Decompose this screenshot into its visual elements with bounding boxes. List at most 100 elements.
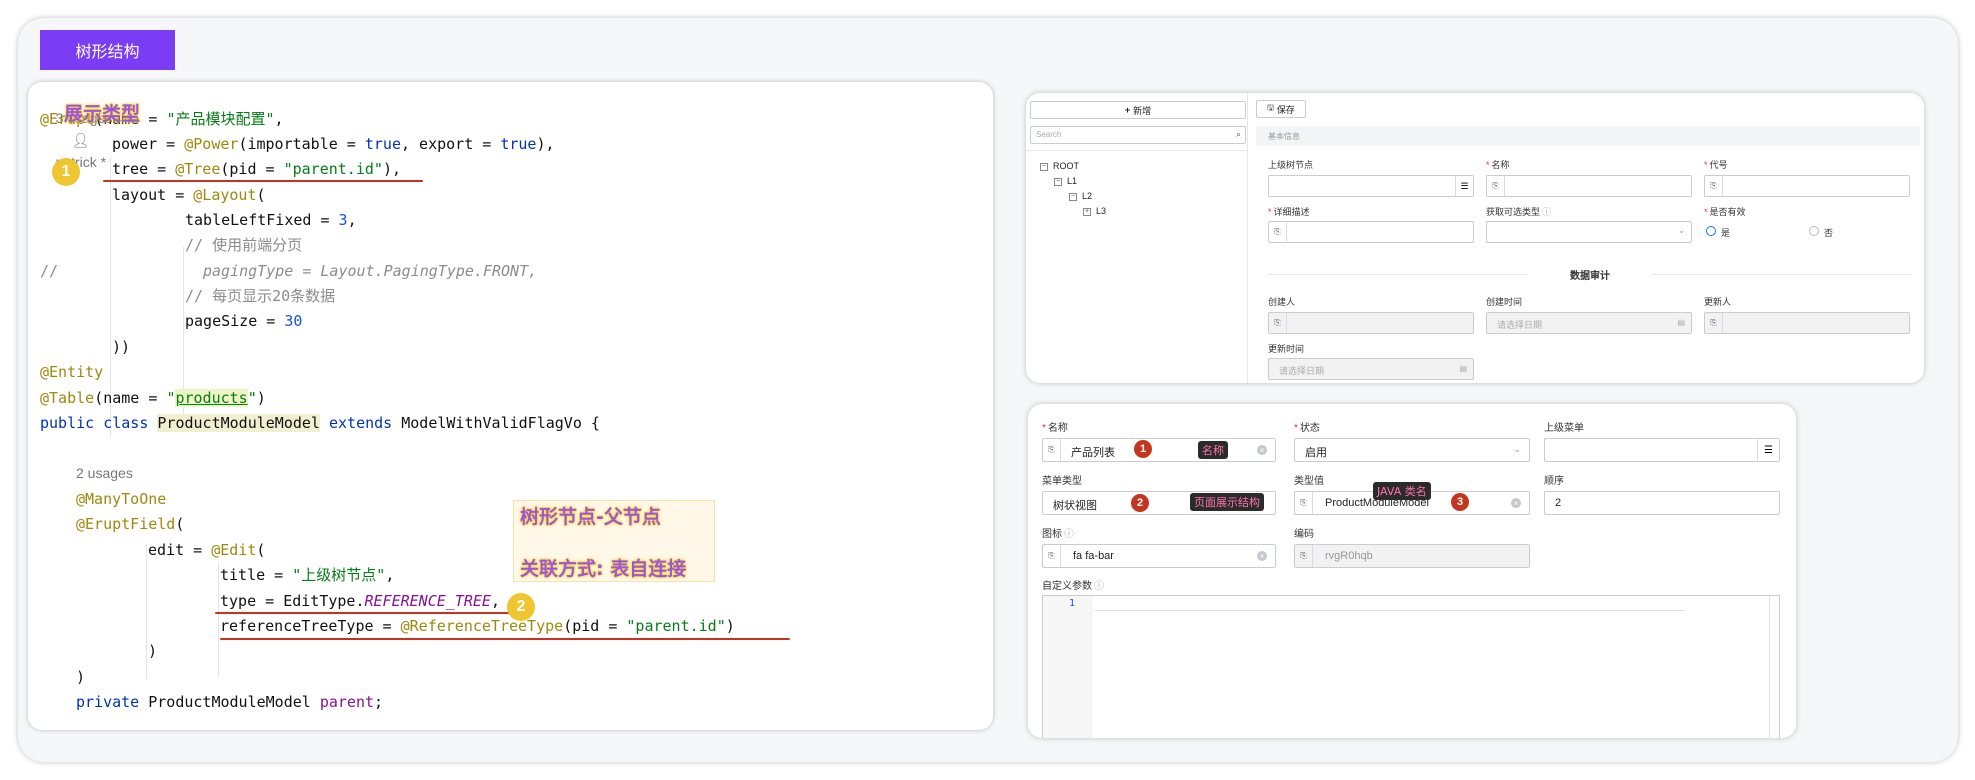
copy-icon: ⎘ [1269, 313, 1287, 333]
tree-node-root[interactable]: − ROOT [1040, 161, 1079, 171]
optional-type-select[interactable]: ⌄ [1486, 221, 1692, 243]
chevron-down-icon: ⌄ [1513, 444, 1521, 454]
parent-menu-input[interactable]: ☰ [1544, 438, 1780, 462]
clear-icon[interactable]: × [1257, 445, 1267, 455]
code-line: @EruptField( [76, 515, 185, 533]
code-line: @ManyToOne [76, 490, 167, 508]
copy-icon: ⎘ [1043, 545, 1061, 567]
calendar-icon: ▤ [1459, 364, 1467, 373]
code-line: public class ProductModuleModel extends … [40, 414, 600, 432]
code-editor[interactable]: 1 [1042, 595, 1780, 738]
create-time-label: 创建时间 [1486, 297, 1523, 307]
menu-form-panel: * 名称 ⎘ 产品列表 × 1 名称 * 状态 启用 ⌄ 上级菜单 ☰ 菜单类型 树… [1028, 404, 1796, 738]
copy-icon: ⎘ [1043, 439, 1061, 461]
save-button[interactable]: 🖫︎ 保存 [1256, 100, 1306, 118]
add-button[interactable]: + 新增 [1030, 101, 1246, 119]
code-line: @Entity [40, 363, 104, 381]
status-select[interactable]: 启用 ⌄ [1294, 438, 1530, 462]
annotation-tree-parent: 树形节点-父节点 [520, 506, 661, 528]
code-line: title = "上级树节点", [220, 566, 395, 584]
plus-icon: + [1124, 105, 1131, 115]
valid-label: * 是否有效 [1704, 207, 1746, 217]
parent-menu-label: 上级菜单 [1544, 423, 1584, 434]
creator-label: 创建人 [1268, 297, 1296, 307]
name-input[interactable]: ⎘ [1486, 175, 1692, 197]
code-line: layout = @Layout( [112, 186, 266, 204]
code-line: type = EditType.REFERENCE_TREE, [220, 592, 500, 610]
code-line: ) [148, 642, 158, 660]
menu-name-input[interactable]: ⎘ 产品列表 × [1042, 438, 1276, 462]
step-badge: 1 [52, 158, 80, 186]
icon-input[interactable]: ⎘ fa fa-bar × [1042, 544, 1276, 568]
order-input[interactable]: 2 [1544, 491, 1780, 515]
tree-form-panel: + 新增 Search ⌕ − ROOT − L1 − L2 + L3 🖫︎ 保存 基本… [1026, 93, 1924, 383]
copy-icon: ⎘ [1295, 545, 1313, 567]
list-icon[interactable]: ☰ [1757, 439, 1779, 461]
code-comment: // 每页显示20条数据 [185, 287, 336, 305]
line-number: 1 [1069, 598, 1076, 609]
tree-search-input[interactable]: Search ⌕ [1030, 126, 1246, 144]
step-badge: 2 [1131, 494, 1149, 512]
custom-param-label: 自定义参数 ⓘ [1042, 581, 1104, 592]
indent-guide [146, 544, 147, 679]
code-line: edit = @Edit( [148, 541, 266, 559]
section-title-tag: 树形结构 [40, 30, 175, 70]
copy-icon: ⎘ [1705, 176, 1723, 196]
save-icon: 🖫︎ [1267, 103, 1274, 112]
section-basic-title: 基本信息 [1268, 132, 1300, 141]
highlight-underline [220, 638, 790, 640]
code-line: // [40, 262, 59, 280]
indent-guide [218, 562, 219, 677]
collapse-icon[interactable]: − [1040, 162, 1048, 171]
parent-node-input[interactable]: ☰ [1268, 175, 1474, 197]
name-label: * 名称 [1486, 160, 1510, 170]
code-line: )) [112, 338, 131, 356]
search-icon: ⌕ [1235, 129, 1241, 139]
tree-node-l2[interactable]: − L2 [1069, 191, 1092, 201]
highlight-underline [215, 612, 533, 614]
code-line: tree = @Tree(pid = "parent.id"), [112, 160, 401, 178]
step-badge: 1 [1134, 440, 1152, 458]
updater-label: 更新人 [1704, 297, 1732, 307]
annotation-tag: 页面展示结构 [1190, 493, 1264, 511]
updater-input: ⎘ [1704, 312, 1910, 334]
code-line: pageSize = 30 [185, 312, 303, 330]
clear-icon[interactable]: × [1257, 551, 1267, 561]
radio-no[interactable] [1809, 226, 1819, 236]
copy-icon: ⎘ [1487, 176, 1505, 196]
chevron-down-icon: ⌄ [1678, 226, 1685, 235]
section-header: 基本信息 [1256, 126, 1920, 146]
collapse-icon[interactable]: − [1054, 177, 1062, 186]
creator-input: ⎘ [1268, 312, 1474, 334]
copy-icon: ⎘ [1269, 222, 1287, 242]
expand-icon[interactable]: + [1083, 207, 1091, 216]
update-time-label: 更新时间 [1268, 344, 1305, 354]
audit-section-title: 数据审计 [1570, 271, 1610, 282]
usages-hint: 2 usages [76, 465, 133, 481]
radio-yes-label: 是 [1721, 228, 1731, 238]
order-label: 顺序 [1544, 476, 1564, 487]
clear-icon[interactable]: × [1511, 498, 1521, 508]
radio-no-label: 否 [1824, 228, 1834, 238]
code-line: referenceTreeType = @ReferenceTreeType(p… [220, 617, 735, 635]
annotation-display-type: 展示类型 [64, 103, 141, 125]
menu-type-label: 菜单类型 [1042, 476, 1082, 487]
radio-yes[interactable] [1706, 226, 1716, 236]
code-line: ) [76, 668, 86, 686]
add-button-label: 新增 [1133, 105, 1152, 116]
author-icon: 👤︎ [71, 132, 90, 148]
update-time-input: 请选择日期 ▤ [1268, 358, 1474, 380]
tree-node-l3[interactable]: + L3 [1083, 206, 1106, 216]
desc-input[interactable]: ⎘ [1268, 221, 1474, 243]
editor-scrollbar[interactable] [1769, 596, 1779, 738]
code-comment: // 使用前端分页 [185, 236, 303, 254]
code-input[interactable]: ⎘ [1704, 175, 1910, 197]
step-badge: 3 [1451, 493, 1469, 511]
annotation-tag: JAVA 类名 [1373, 482, 1431, 500]
menu-code-input: ⎘ rvgR0hqb [1294, 544, 1530, 568]
status-label: * 状态 [1294, 423, 1320, 434]
list-icon[interactable]: ☰ [1455, 176, 1473, 196]
tree-node-l1[interactable]: − L1 [1054, 176, 1077, 186]
collapse-icon[interactable]: − [1069, 192, 1077, 201]
optional-type-label: 获取可选类型 ⓘ [1486, 207, 1552, 217]
